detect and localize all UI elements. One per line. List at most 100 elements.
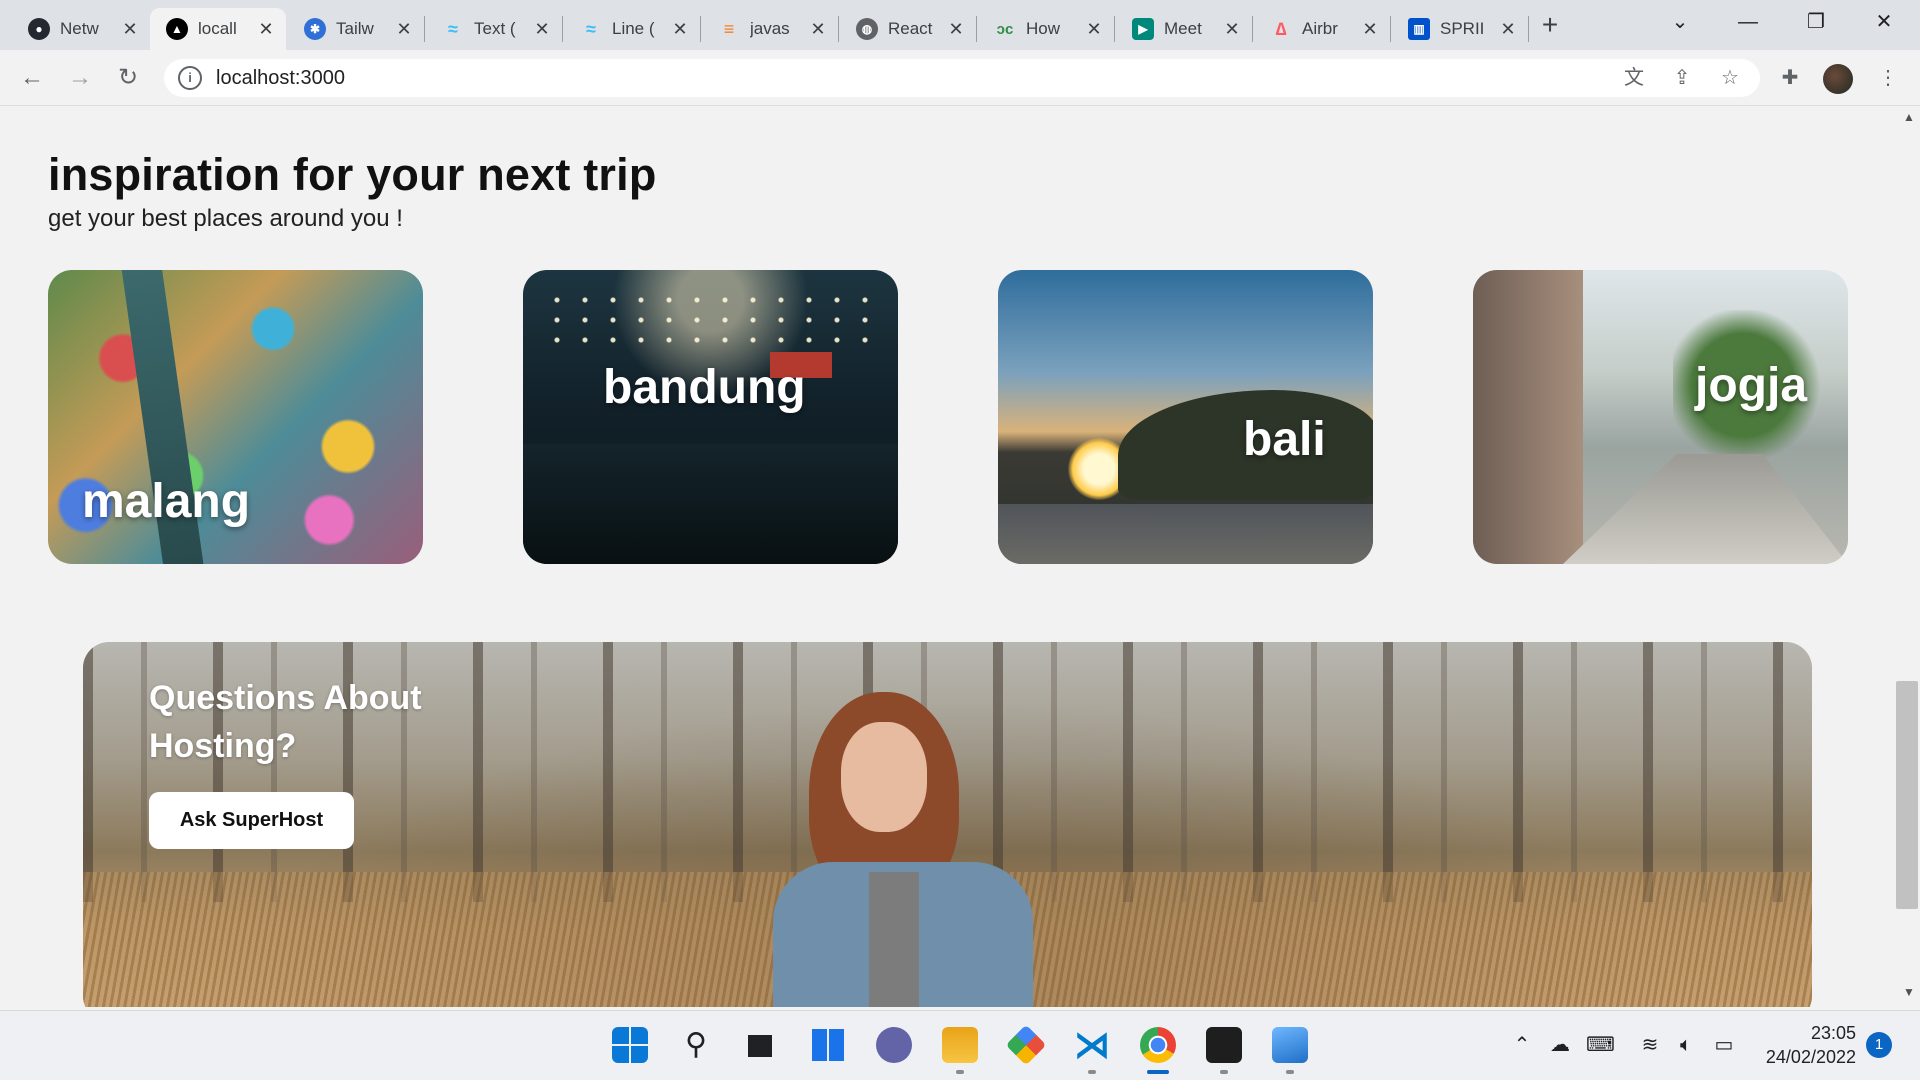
banner-image [869, 872, 919, 1007]
tab-separator [1390, 16, 1391, 42]
vscode-icon[interactable]: ⋊ [1074, 1027, 1110, 1063]
destination-card-bali[interactable]: bali [998, 270, 1373, 564]
task-view-icon[interactable] [744, 1027, 780, 1063]
tab-title: Netw [60, 19, 99, 38]
tab-title: Text ( [474, 19, 516, 38]
tab-line[interactable]: ≈ Line ( ✕ [564, 8, 700, 50]
notification-badge[interactable]: 1 [1866, 1032, 1892, 1058]
destination-label: jogja [1695, 359, 1808, 412]
tab-sprint[interactable]: ▥ SPRII ✕ [1392, 8, 1528, 50]
scrollbar-thumb[interactable] [1896, 681, 1918, 909]
web-page: inspiration for your next trip get your … [0, 107, 1898, 1007]
translate-icon[interactable]: 文 [1618, 62, 1650, 94]
tab-airbnb[interactable]: ∆ Airbr ✕ [1254, 8, 1390, 50]
scroll-up-arrow-icon[interactable]: ▲ [1898, 110, 1920, 130]
banner-person-image [773, 682, 1033, 1007]
extensions-icon[interactable]: ✚ [1774, 62, 1806, 94]
close-window-button[interactable]: ✕ [1854, 4, 1914, 40]
search-icon[interactable]: ⚲ [678, 1027, 714, 1063]
destination-card-bandung[interactable]: bandung [523, 270, 898, 564]
tab-react[interactable]: ◍ React ✕ [840, 8, 976, 50]
share-icon[interactable]: ⇪ [1666, 62, 1698, 94]
close-tab-icon[interactable]: ✕ [1084, 19, 1104, 40]
running-indicator [956, 1070, 964, 1074]
tab-text[interactable]: ≈ Text ( ✕ [426, 8, 562, 50]
tab-title: SPRII [1440, 19, 1485, 38]
taskbar-clock[interactable]: 23:05 24/02/2022 [1752, 1021, 1856, 1069]
wifi-icon[interactable]: ≋ [1636, 1031, 1664, 1059]
restore-button[interactable]: ❐ [1786, 4, 1846, 40]
tab-separator [838, 16, 839, 42]
google-meet-icon: ▶ [1132, 18, 1154, 40]
ask-superhost-button[interactable]: Ask SuperHost [149, 792, 354, 849]
tab-title: How [1026, 19, 1061, 38]
site-info-icon[interactable]: i [178, 66, 202, 90]
tab-title: locall [198, 19, 237, 38]
running-indicator [1147, 1070, 1169, 1074]
close-tab-icon[interactable]: ✕ [808, 19, 828, 40]
tailwind-icon: ✱ [304, 18, 326, 40]
github-icon: ● [28, 18, 50, 40]
battery-icon[interactable]: ▭ [1710, 1031, 1738, 1059]
tab-tailwind[interactable]: ✱ Tailw ✕ [288, 8, 424, 50]
banner-image [841, 722, 927, 832]
running-indicator [1286, 1070, 1294, 1074]
airbnb-icon: ∆ [1275, 18, 1287, 39]
file-explorer-icon[interactable] [942, 1027, 978, 1063]
tab-network[interactable]: ● Netw ✕ [12, 8, 150, 50]
onedrive-cloud-icon[interactable]: ☁ [1546, 1031, 1574, 1059]
chrome-icon[interactable] [1140, 1027, 1176, 1063]
card-image [1473, 270, 1583, 564]
tab-separator [424, 16, 425, 42]
nextjs-icon: ▲ [166, 18, 188, 40]
address-bar[interactable]: i localhost:3000 [164, 59, 1760, 97]
browser-menu-icon[interactable]: ⋮ [1872, 62, 1904, 94]
close-tab-icon[interactable]: ✕ [1498, 19, 1518, 40]
tab-separator [1252, 16, 1253, 42]
tab-title: Airbr [1302, 19, 1338, 38]
forward-button[interactable]: → [62, 60, 98, 96]
clock-date: 24/02/2022 [1765, 1047, 1856, 1067]
photos-icon[interactable] [1272, 1027, 1308, 1063]
close-tab-icon[interactable]: ✕ [670, 19, 690, 40]
close-tab-icon[interactable]: ✕ [1222, 19, 1242, 40]
close-tab-icon[interactable]: ✕ [946, 19, 966, 40]
tab-localhost[interactable]: ▲ locall ✕ [150, 8, 286, 50]
close-tab-icon[interactable]: ✕ [394, 19, 414, 40]
tab-how[interactable]: ↄc How ✕ [978, 8, 1114, 50]
card-image [998, 504, 1373, 564]
close-tab-icon[interactable]: ✕ [120, 19, 140, 40]
tab-title: Tailw [336, 19, 374, 38]
widgets-icon[interactable] [810, 1027, 846, 1063]
tab-separator [700, 16, 701, 42]
figma-icon[interactable] [1206, 1027, 1242, 1063]
reload-button[interactable]: ↻ [110, 60, 146, 96]
windows-start-icon[interactable] [612, 1027, 648, 1063]
tab-search-chevron-icon[interactable]: ⌄ [1650, 4, 1710, 40]
tab-title: Line ( [612, 19, 655, 38]
destination-label: bandung [603, 361, 806, 414]
tab-meet[interactable]: ▶ Meet ✕ [1116, 8, 1252, 50]
tailwind-icon: ≈ [586, 18, 596, 39]
minimize-button[interactable]: — [1718, 4, 1778, 40]
keyboard-icon[interactable]: ⌨ [1586, 1031, 1615, 1059]
address-bar-url[interactable]: localhost:3000 [216, 67, 345, 90]
volume-icon[interactable]: 🔈︎ [1672, 1031, 1700, 1059]
back-button[interactable]: ← [14, 60, 50, 96]
new-tab-button[interactable]: + [1534, 8, 1566, 42]
scroll-down-arrow-icon[interactable]: ▼ [1898, 985, 1920, 1005]
tab-javascript[interactable]: ≡ javas ✕ [702, 8, 838, 50]
profile-avatar[interactable] [1823, 64, 1853, 94]
tab-separator [1528, 16, 1529, 42]
destination-card-malang[interactable]: malang [48, 270, 423, 564]
close-tab-icon[interactable]: ✕ [256, 19, 276, 40]
close-tab-icon[interactable]: ✕ [532, 19, 552, 40]
bookmark-star-icon[interactable]: ☆ [1714, 62, 1746, 94]
close-tab-icon[interactable]: ✕ [1360, 19, 1380, 40]
running-indicator [1088, 1070, 1096, 1074]
tab-separator [562, 16, 563, 42]
teams-chat-icon[interactable] [876, 1027, 912, 1063]
show-hidden-icons-chevron-icon[interactable]: ⌃ [1508, 1031, 1536, 1059]
globe-icon: ◍ [856, 18, 878, 40]
destination-card-jogja[interactable]: jogja [1473, 270, 1848, 564]
